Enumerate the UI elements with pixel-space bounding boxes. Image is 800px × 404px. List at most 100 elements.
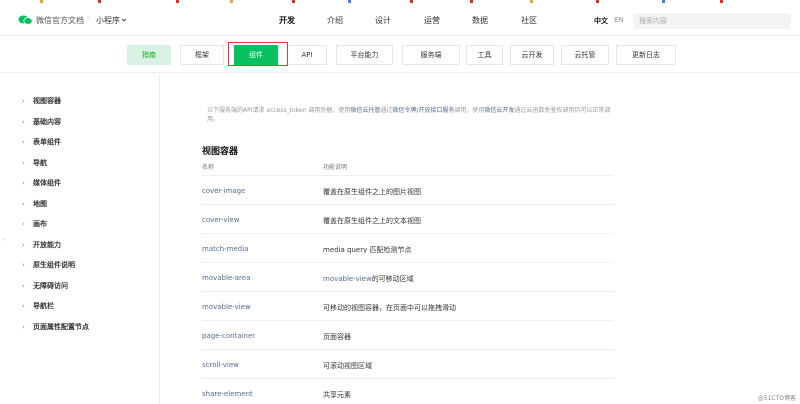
nav-intro[interactable]: 介绍 [327, 15, 343, 26]
sidebar-item-form[interactable]: › 表单组件 [22, 136, 61, 148]
table-row: cover-view 覆盖在原生组件之上的文本视图 [202, 204, 614, 233]
tab-platform[interactable]: 平台能力 [336, 45, 393, 65]
sidebar-item-media[interactable]: › 媒体组件 [22, 177, 61, 189]
component-desc: 页面容器 [323, 333, 351, 341]
sidebar-item-label: 表单组件 [33, 138, 61, 146]
sidebar-item-accessibility[interactable]: › 无障碍访问 [22, 280, 68, 292]
inline-component-link[interactable]: movable-view [323, 275, 372, 283]
chevron-right-icon: › [22, 261, 25, 269]
sidebar-item-label: 画布 [33, 220, 47, 228]
component-link[interactable]: movable-area [202, 274, 250, 282]
chevron-right-icon: › [22, 138, 25, 146]
lang-zh[interactable]: 中文 [594, 16, 608, 26]
column-header-desc: 功能说明 [323, 164, 348, 171]
tab-cloud-host[interactable]: 云托管 [561, 45, 609, 65]
component-link[interactable]: share-element [202, 390, 253, 398]
title-separator: · [87, 14, 90, 23]
sidebar-item-canvas[interactable]: › 画布 [22, 218, 47, 230]
component-link[interactable]: match-media [202, 245, 248, 253]
notice-link-token[interactable]: 微信令牌/开放接口服务 [392, 107, 454, 114]
sidebar: › 视图容器 › 基础内容 › 表单组件 › 导航 › 媒体组件 › 地图 › 画布 › 开放能… [0, 74, 160, 404]
chevron-right-icon: › [22, 220, 25, 228]
chevron-right-icon: › [22, 118, 25, 126]
component-link[interactable]: page-container [202, 332, 255, 340]
component-link[interactable]: movable-view [202, 303, 251, 311]
component-link[interactable]: scroll-view [202, 361, 239, 369]
notice-link-cloud-dev[interactable]: 微信云开发 [484, 107, 514, 114]
table-row: share-element 共享元素 [202, 378, 614, 404]
lang-en[interactable]: EN [614, 16, 624, 24]
notice-text: 调用，使用 [454, 107, 485, 114]
chevron-right-icon: › [22, 97, 25, 105]
table-row: cover-image 覆盖在原生组件之上的图片视图 [202, 175, 614, 204]
chevron-right-icon: › [22, 241, 25, 249]
sidebar-item-label: 导航栏 [33, 302, 54, 310]
api-notice: 以下服务端的API请求 access_token 调用凭据，使用微信云托管通过微… [207, 106, 617, 124]
sidebar-item-label: 基础内容 [33, 118, 61, 126]
top-header: 微信官方文档 · 小程序 开发 介绍 设计 运营 数据 社区 中文 EN [0, 6, 800, 36]
chevron-down-icon[interactable] [121, 17, 127, 23]
browser-bookmark-strip [0, 0, 800, 4]
tab-server[interactable]: 服务端 [402, 45, 460, 65]
component-desc: 可滚动视图区域 [323, 362, 372, 370]
wechat-logo-icon[interactable] [18, 15, 33, 25]
table-row: movable-view 可移动的视图容器，在页面中可以拖拽滑动 [202, 291, 614, 320]
tab-tools[interactable]: 工具 [466, 45, 503, 65]
sidebar-item-page-meta[interactable]: › 页面属性配置节点 [22, 321, 89, 333]
chevron-right-icon: › [22, 323, 25, 331]
notice-text: 以下服务端的API请求 access_token 调用凭据，使用 [207, 107, 351, 114]
sidebar-item-native-component[interactable]: › 原生组件说明 [22, 259, 75, 271]
sidebar-item-navigation[interactable]: › 导航 [22, 157, 47, 169]
sidebar-item-open-ability[interactable]: › 开放能力 [22, 239, 61, 251]
sidebar-item-label: 导航 [33, 159, 47, 167]
nav-data[interactable]: 数据 [472, 15, 488, 26]
site-title[interactable]: 微信官方文档 [36, 15, 84, 26]
nav-design[interactable]: 设计 [375, 15, 391, 26]
component-desc-text: 的可移动区域 [371, 275, 414, 283]
nav-operations[interactable]: 运营 [424, 15, 440, 26]
chevron-right-icon: › [22, 282, 25, 290]
sidebar-item-view-container[interactable]: › 视图容器 [22, 95, 61, 107]
table-row: scroll-view 可滚动视图区域 [202, 349, 614, 378]
column-header-name: 名称 [202, 164, 215, 171]
chevron-right-icon: › [22, 159, 25, 167]
doc-tab-bar: 指南 框架 组件 API 平台能力 服务端 工具 云开发 云托管 更新日志 [0, 37, 800, 73]
sidebar-item-label: 原生组件说明 [33, 261, 75, 269]
component-desc: movable-view的可移动区域 [323, 274, 414, 284]
search-input[interactable] [633, 13, 791, 29]
tab-api[interactable]: API [287, 45, 327, 65]
component-link[interactable]: cover-view [202, 216, 239, 224]
sidebar-item-label: 媒体组件 [33, 179, 61, 187]
nav-develop[interactable]: 开发 [279, 15, 295, 26]
sidebar-item-label: 无障碍访问 [33, 282, 68, 290]
component-link[interactable]: cover-image [202, 187, 245, 195]
sidebar-item-basic-content[interactable]: › 基础内容 [22, 116, 61, 128]
watermark: @51CTO博客 [757, 395, 796, 402]
sidebar-item-label: 视图容器 [33, 97, 61, 105]
table-row: match-media media query 匹配检测节点 [202, 233, 614, 262]
component-desc: 覆盖在原生组件之上的图片视图 [323, 188, 421, 196]
chevron-right-icon: › [22, 200, 25, 208]
component-desc: 覆盖在原生组件之上的文本视图 [323, 217, 421, 225]
sidebar-item-label: 地图 [33, 200, 47, 208]
component-desc: 可移动的视图容器，在页面中可以拖拽滑动 [323, 304, 456, 312]
notice-link-cloud-host[interactable]: 微信云托管 [350, 107, 380, 114]
table-row: movable-area movable-view的可移动区域 [202, 262, 614, 291]
sidebar-item-label: 页面属性配置节点 [33, 323, 89, 331]
section-title: 视图容器 [202, 147, 239, 157]
chevron-right-icon: › [22, 179, 25, 187]
product-switcher[interactable]: 小程序 [96, 15, 120, 26]
collapse-handle[interactable]: › [3, 236, 5, 243]
component-desc: media query 匹配检测节点 [323, 246, 412, 254]
sidebar-item-navbar[interactable]: › 导航栏 [22, 300, 54, 312]
highlight-box [228, 42, 288, 66]
tab-guide[interactable]: 指南 [127, 45, 171, 65]
chevron-right-icon: › [22, 302, 25, 310]
sidebar-item-map[interactable]: › 地图 [22, 198, 47, 210]
nav-community[interactable]: 社区 [521, 15, 537, 26]
notice-text: 通过 [380, 107, 393, 114]
tab-changelog[interactable]: 更新日志 [616, 45, 676, 65]
tab-framework[interactable]: 框架 [180, 45, 224, 65]
sidebar-item-label: 开放能力 [33, 241, 61, 249]
tab-cloud-dev[interactable]: 云开发 [510, 45, 554, 65]
